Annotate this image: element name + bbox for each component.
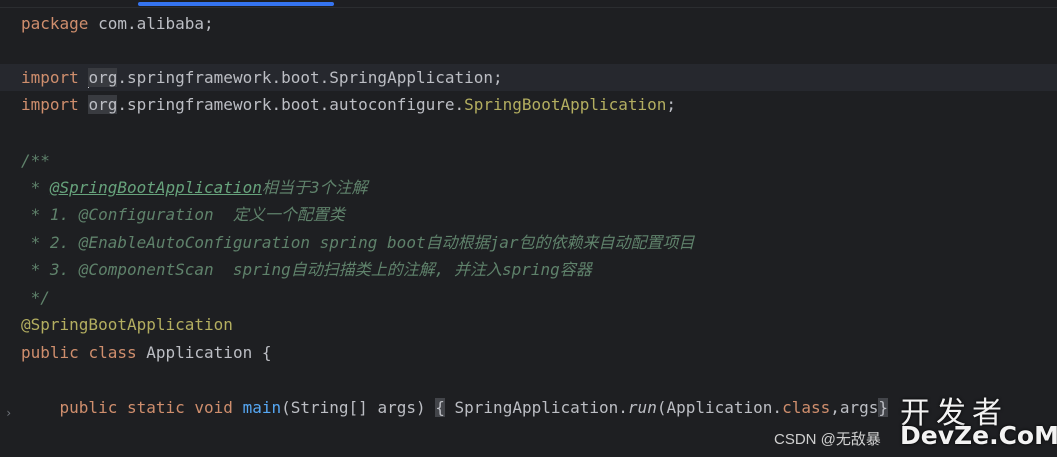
doc-tag: @SpringBootApplication	[49, 178, 262, 197]
csdn-watermark: CSDN @无敌暴	[774, 431, 881, 448]
active-tab-indicator[interactable]	[138, 2, 334, 6]
code-line-7: * @SpringBootApplication相当于3个注解	[21, 174, 368, 201]
chevron-right-icon[interactable]: ›	[5, 406, 12, 420]
keyword: public	[21, 343, 79, 362]
code-line-12: @SpringBootApplication	[21, 315, 233, 334]
code-line-15: public static void main(String[] args) {…	[21, 394, 889, 421]
code-text: .springframework.boot.SpringApplication;	[117, 68, 503, 87]
comment-text: 相当于3个注解	[261, 178, 368, 197]
folded-block-close[interactable]: }	[878, 398, 889, 417]
comment-text: *	[21, 178, 50, 197]
annotation-class: SpringBootApplication	[464, 95, 667, 114]
package-root: org	[88, 95, 118, 114]
keyword: package	[21, 14, 89, 33]
code-text: Application {	[136, 343, 272, 362]
code-line-10: * 3. @ComponentScan spring自动扫描类上的注解, 并注入…	[21, 260, 592, 279]
code-text: com.alibaba;	[88, 14, 214, 33]
code-text: (String[] args)	[281, 398, 426, 417]
keyword: void	[194, 398, 233, 417]
code-text: ,args	[830, 398, 879, 417]
code-line-13: public class Application {	[21, 339, 271, 366]
code-line-3: import org.springframework.boot.SpringAp…	[0, 64, 1057, 91]
code-text: SpringApplication.	[444, 398, 628, 417]
code-line-6: /**	[21, 151, 50, 170]
keyword: public	[59, 398, 118, 417]
keyword: class	[88, 343, 137, 362]
code-line-4: import org.springframework.boot.autoconf…	[21, 91, 676, 118]
logo-en-text: DevZe.CoM	[900, 421, 1057, 450]
code-text: ;	[666, 95, 677, 114]
method-name: main	[242, 398, 282, 417]
keyword: import	[21, 68, 79, 87]
editor-tab-bar	[0, 0, 1057, 8]
code-line-1: package com.alibaba;	[21, 10, 214, 37]
package-root: org	[88, 68, 118, 87]
code-line-8: * 1. @Configuration 定义一个配置类	[21, 205, 345, 224]
code-line-11: */	[21, 288, 50, 307]
keyword: class	[782, 398, 831, 417]
code-line-9: * 2. @EnableAutoConfiguration spring boo…	[21, 233, 695, 252]
static-call: run	[627, 398, 657, 417]
code-text: .springframework.boot.autoconfigure.	[117, 95, 465, 114]
keyword: static	[126, 398, 185, 417]
devze-logo: 开发者 DevZe.CoM	[898, 388, 1057, 453]
keyword: import	[21, 95, 79, 114]
folded-block-open[interactable]: {	[435, 398, 445, 417]
code-text: (Application.	[656, 398, 783, 417]
